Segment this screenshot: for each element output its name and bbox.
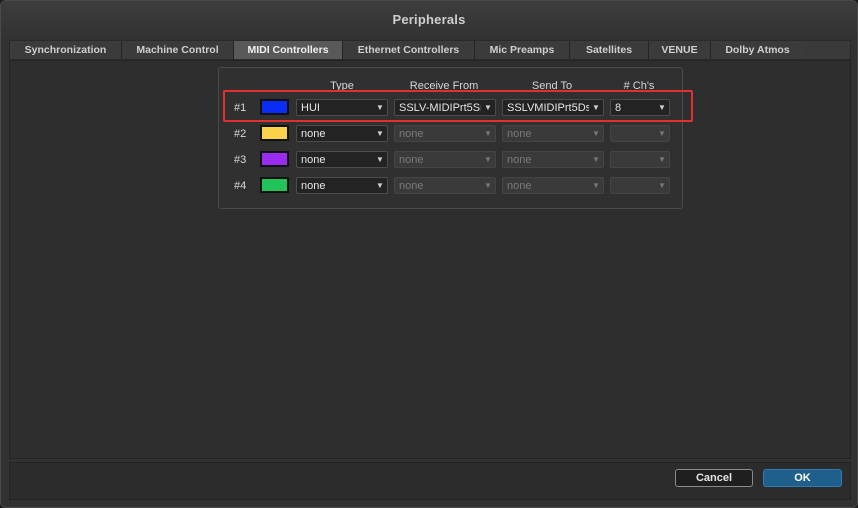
chevron-down-icon: ▼ xyxy=(658,103,666,112)
chevron-down-icon: ▼ xyxy=(658,155,666,164)
chevron-down-icon: ▼ xyxy=(592,155,600,164)
title-bar: Peripherals xyxy=(1,1,857,37)
column-header-receive-from: Receive From xyxy=(409,80,479,92)
tab-label: Dolby Atmos xyxy=(725,44,790,56)
tab-ethernet-controllers[interactable]: Ethernet Controllers xyxy=(343,41,475,59)
column-header-type: Type xyxy=(330,80,354,92)
type-dropdown[interactable]: none ▼ xyxy=(296,177,388,194)
tab-venue[interactable]: VENUE xyxy=(649,41,711,59)
chevron-down-icon: ▼ xyxy=(484,155,492,164)
row-number: #3 xyxy=(234,154,247,166)
send-to-dropdown: none ▼ xyxy=(502,125,604,142)
tab-label: MIDI Controllers xyxy=(247,44,329,56)
dropdown-value: none xyxy=(399,127,424,140)
row-number: #1 xyxy=(234,102,247,114)
channels-dropdown: ▼ xyxy=(610,151,670,168)
receive-from-dropdown: none ▼ xyxy=(394,177,496,194)
chevron-down-icon: ▼ xyxy=(484,181,492,190)
tab-mic-preamps[interactable]: Mic Preamps xyxy=(475,41,570,59)
dropdown-value: HUI xyxy=(301,101,320,114)
tab-label: Machine Control xyxy=(136,44,219,56)
channels-dropdown[interactable]: 8 ▼ xyxy=(610,99,670,116)
type-dropdown[interactable]: none ▼ xyxy=(296,125,388,142)
send-to-dropdown[interactable]: SSLVMIDIPrt5Dstn▼ xyxy=(502,99,604,116)
chevron-down-icon: ▼ xyxy=(376,181,384,190)
tab-label: Synchronization xyxy=(24,44,107,56)
dropdown-value: none xyxy=(507,153,532,166)
controller-color-swatch[interactable] xyxy=(260,99,289,115)
dialog-footer: Cancel OK xyxy=(9,462,851,500)
column-header-channels: # Ch's xyxy=(623,80,655,92)
chevron-down-icon: ▼ xyxy=(658,129,666,138)
chevron-down-icon: ▼ xyxy=(484,103,492,112)
receive-from-dropdown[interactable]: SSLV-MIDIPrt5Src ▼ xyxy=(394,99,496,116)
chevron-down-icon: ▼ xyxy=(658,181,666,190)
type-dropdown[interactable]: none ▼ xyxy=(296,151,388,168)
dropdown-value: SSLV-MIDIPrt5Src xyxy=(399,101,481,114)
dropdown-value: none xyxy=(399,179,424,192)
chevron-down-icon: ▼ xyxy=(376,129,384,138)
chevron-down-icon: ▼ xyxy=(592,129,600,138)
column-header-send-to: Send To xyxy=(531,80,573,92)
tab-midi-controllers[interactable]: MIDI Controllers xyxy=(234,41,343,59)
controller-color-swatch[interactable] xyxy=(260,151,289,167)
dropdown-value: 8 xyxy=(615,101,622,114)
controller-color-swatch[interactable] xyxy=(260,125,289,141)
dropdown-value: none xyxy=(399,153,424,166)
tab-machine-control[interactable]: Machine Control xyxy=(122,41,234,59)
tab-dolby-atmos[interactable]: Dolby Atmos xyxy=(711,41,804,59)
tab-label: Satellites xyxy=(585,44,633,56)
dropdown-value: none xyxy=(301,179,326,192)
channels-dropdown: ▼ xyxy=(610,177,670,194)
window-title: Peripherals xyxy=(392,11,466,27)
tab-label: Ethernet Controllers xyxy=(357,44,460,56)
dropdown-value: none xyxy=(507,179,532,192)
chevron-down-icon: ▼ xyxy=(592,181,600,190)
channels-dropdown: ▼ xyxy=(610,125,670,142)
dropdown-value: none xyxy=(507,127,532,140)
tab-bar: Synchronization Machine Control MIDI Con… xyxy=(9,40,851,60)
dropdown-value: none xyxy=(301,127,326,140)
tab-synchronization[interactable]: Synchronization xyxy=(10,41,122,59)
tab-label: Mic Preamps xyxy=(489,44,555,56)
send-to-dropdown: none ▼ xyxy=(502,151,604,168)
send-to-dropdown: none ▼ xyxy=(502,177,604,194)
midi-controllers-panel: Type Receive From Send To # Ch's #1 HUI ▼… xyxy=(9,60,851,459)
chevron-down-icon: ▼ xyxy=(484,129,492,138)
row-number: #2 xyxy=(234,128,247,140)
dropdown-value: SSLVMIDIPrt5Dstn xyxy=(507,101,589,114)
chevron-down-icon: ▼ xyxy=(376,155,384,164)
receive-from-dropdown: none ▼ xyxy=(394,151,496,168)
dropdown-value: none xyxy=(301,153,326,166)
ok-button[interactable]: OK xyxy=(763,469,842,487)
chevron-down-icon: ▼ xyxy=(592,103,600,112)
tab-label: VENUE xyxy=(661,44,698,56)
receive-from-dropdown: none ▼ xyxy=(394,125,496,142)
tab-satellites[interactable]: Satellites xyxy=(570,41,649,59)
type-dropdown[interactable]: HUI ▼ xyxy=(296,99,388,116)
chevron-down-icon: ▼ xyxy=(376,103,384,112)
cancel-button[interactable]: Cancel xyxy=(675,469,753,487)
peripherals-window: Peripherals Synchronization Machine Cont… xyxy=(0,0,858,508)
controllers-group: Type Receive From Send To # Ch's #1 HUI ▼… xyxy=(218,67,683,209)
row-number: #4 xyxy=(234,180,247,192)
controller-color-swatch[interactable] xyxy=(260,177,289,193)
